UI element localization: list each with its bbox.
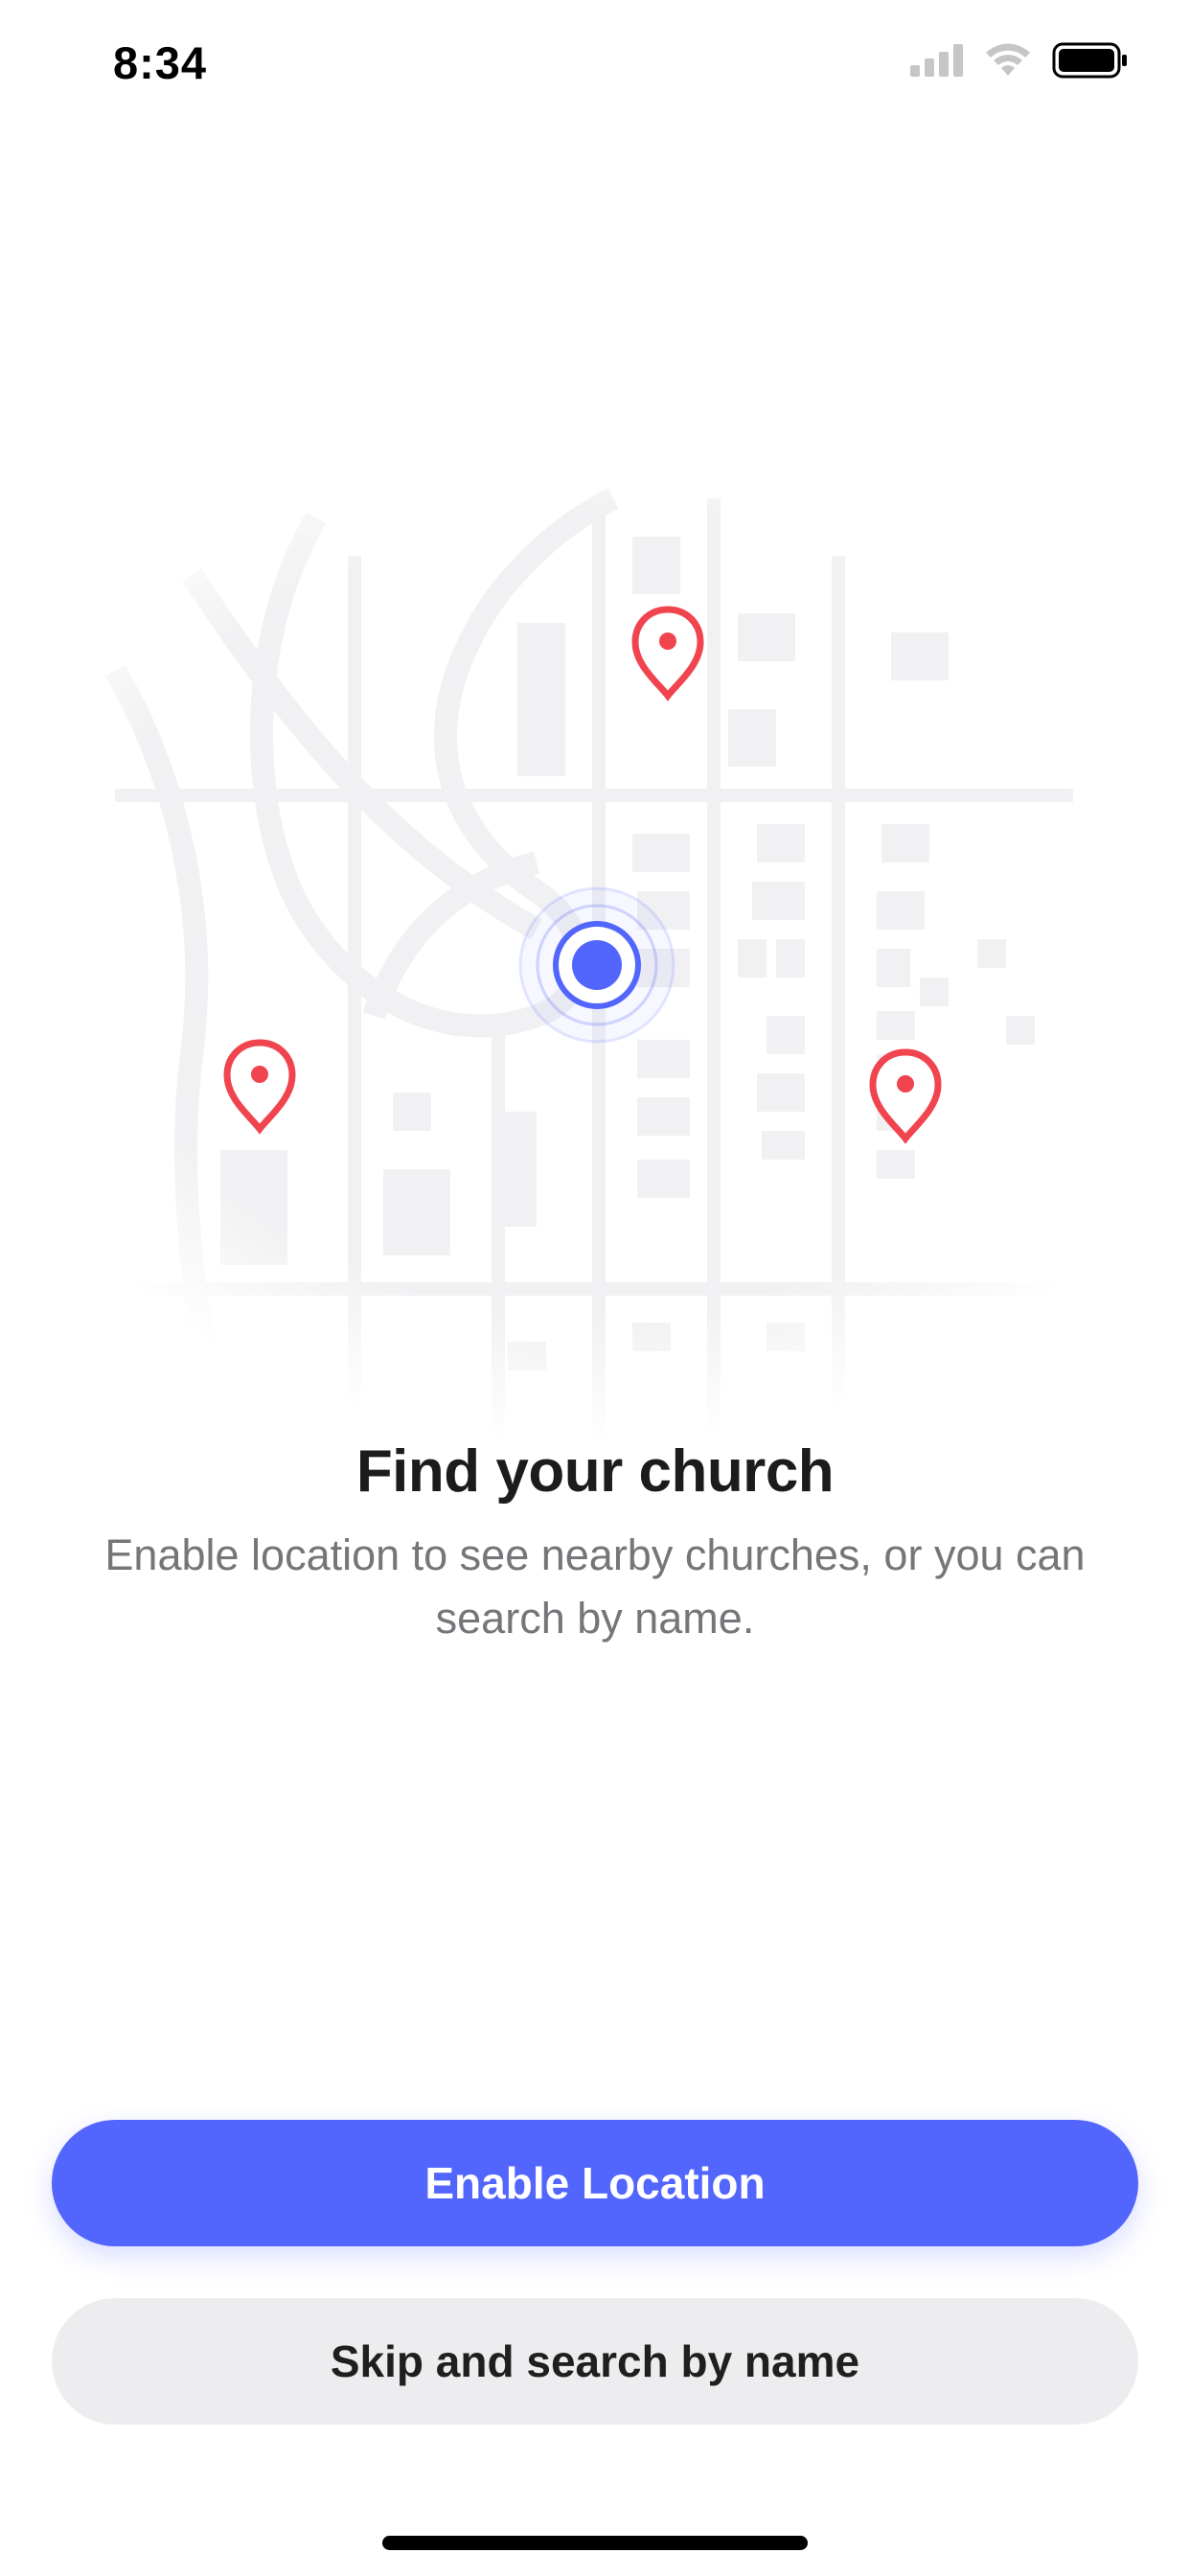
skip-search-label: Skip and search by name — [330, 2336, 860, 2386]
battery-icon — [1052, 42, 1129, 83]
skip-search-button[interactable]: Skip and search by name — [52, 2298, 1138, 2425]
cellular-signal-icon — [910, 44, 964, 81]
enable-location-label: Enable Location — [424, 2158, 766, 2208]
current-location-icon — [518, 886, 675, 1044]
status-bar: 8:34 — [0, 0, 1190, 134]
wifi-icon — [985, 43, 1031, 82]
page-title: Find your church — [355, 1438, 835, 1505]
page-subtitle: Enable location to see nearby churches, … — [104, 1530, 1086, 1643]
location-pin-icon — [631, 606, 704, 702]
enable-location-button[interactable]: Enable Location — [52, 2120, 1138, 2246]
map-illustration — [0, 479, 1190, 1447]
home-indicator — [382, 2536, 808, 2550]
status-time: 8:34 — [113, 37, 208, 88]
location-pin-icon — [223, 1039, 296, 1135]
status-icons — [910, 42, 1129, 83]
